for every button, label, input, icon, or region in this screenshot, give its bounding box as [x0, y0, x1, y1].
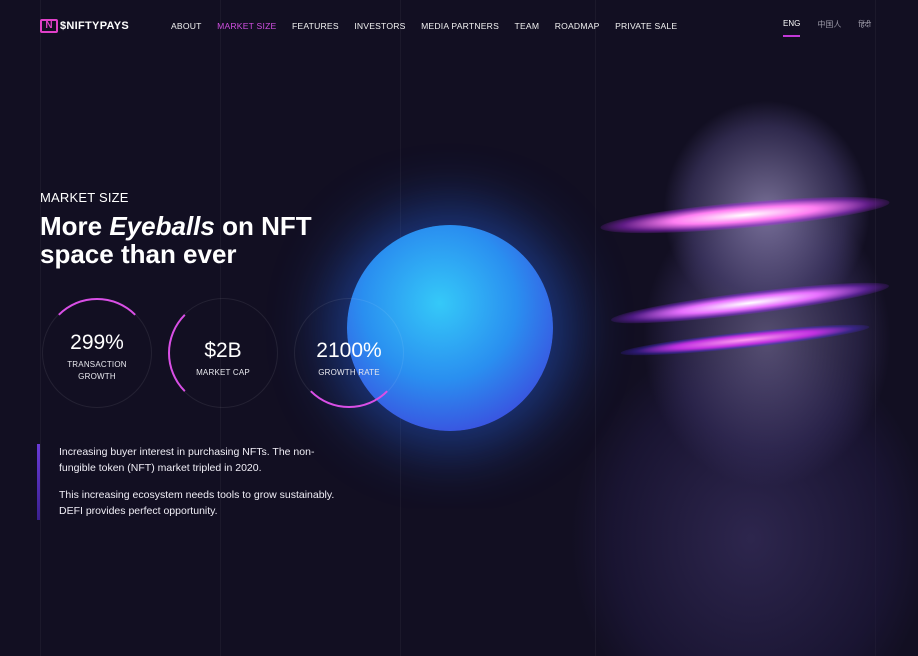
- nav-item-market-size[interactable]: MARKET SIZE: [217, 21, 276, 31]
- nav-item-features[interactable]: FEATURES: [292, 21, 339, 31]
- paragraph-accent-bar: [37, 444, 40, 520]
- paragraph-2: This increasing ecosystem needs tools to…: [59, 489, 335, 517]
- main-menu: ABOUT MARKET SIZE FEATURES INVESTORS MEDIA P…: [171, 21, 693, 31]
- headline-part1: More: [40, 211, 110, 241]
- nav-item-about[interactable]: ABOUT: [171, 21, 202, 31]
- nav-item-team[interactable]: TEAM: [515, 21, 540, 31]
- statue-artwork: [520, 70, 918, 656]
- stat-growth-rate: 2100% GROWTH RATE: [294, 298, 404, 408]
- hero-headline: More Eyeballs on NFT space than ever: [40, 212, 312, 268]
- neon-band-middle: [609, 275, 891, 331]
- stat-arc: [168, 298, 278, 408]
- headline-line2: space than ever: [40, 239, 237, 269]
- language-option[interactable]: 中国人: [817, 19, 841, 30]
- nav-item-investors[interactable]: INVESTORS: [354, 21, 405, 31]
- headline-emphasis: Eyeballs: [109, 211, 215, 241]
- stat-transaction-growth: 299% TRANSACTION GROWTH: [42, 298, 152, 408]
- grid-line: [40, 0, 41, 656]
- nav-item-roadmap[interactable]: ROADMAP: [555, 21, 600, 31]
- language-switcher: ENG 中国人 हिंदी: [783, 19, 888, 37]
- brand-name: $NIFTYPAYS: [60, 20, 130, 32]
- section-eyebrow: MARKET SIZE: [40, 190, 129, 205]
- nav-item-media-partners[interactable]: MEDIA PARTNERS: [421, 21, 499, 31]
- logo-mark-icon: N: [40, 19, 58, 33]
- stat-arc: [42, 298, 152, 408]
- neon-band-bottom: [619, 318, 871, 362]
- top-nav: N $NIFTYPAYS ABOUT MARKET SIZE FEATURES INV…: [0, 0, 918, 52]
- paragraph-1: Increasing buyer interest in purchasing …: [59, 446, 315, 474]
- stat-market-cap: $2B MARKET CAP: [168, 298, 278, 408]
- language-option[interactable]: ENG: [783, 19, 801, 37]
- neon-band-top: [599, 189, 891, 241]
- language-option[interactable]: हिंदी: [858, 19, 871, 30]
- nav-item-private-sale[interactable]: PRIVATE SALE: [615, 21, 677, 31]
- headline-part2: on NFT: [214, 211, 312, 241]
- stat-arc: [294, 298, 404, 408]
- brand-logo[interactable]: N $NIFTYPAYS: [40, 19, 129, 33]
